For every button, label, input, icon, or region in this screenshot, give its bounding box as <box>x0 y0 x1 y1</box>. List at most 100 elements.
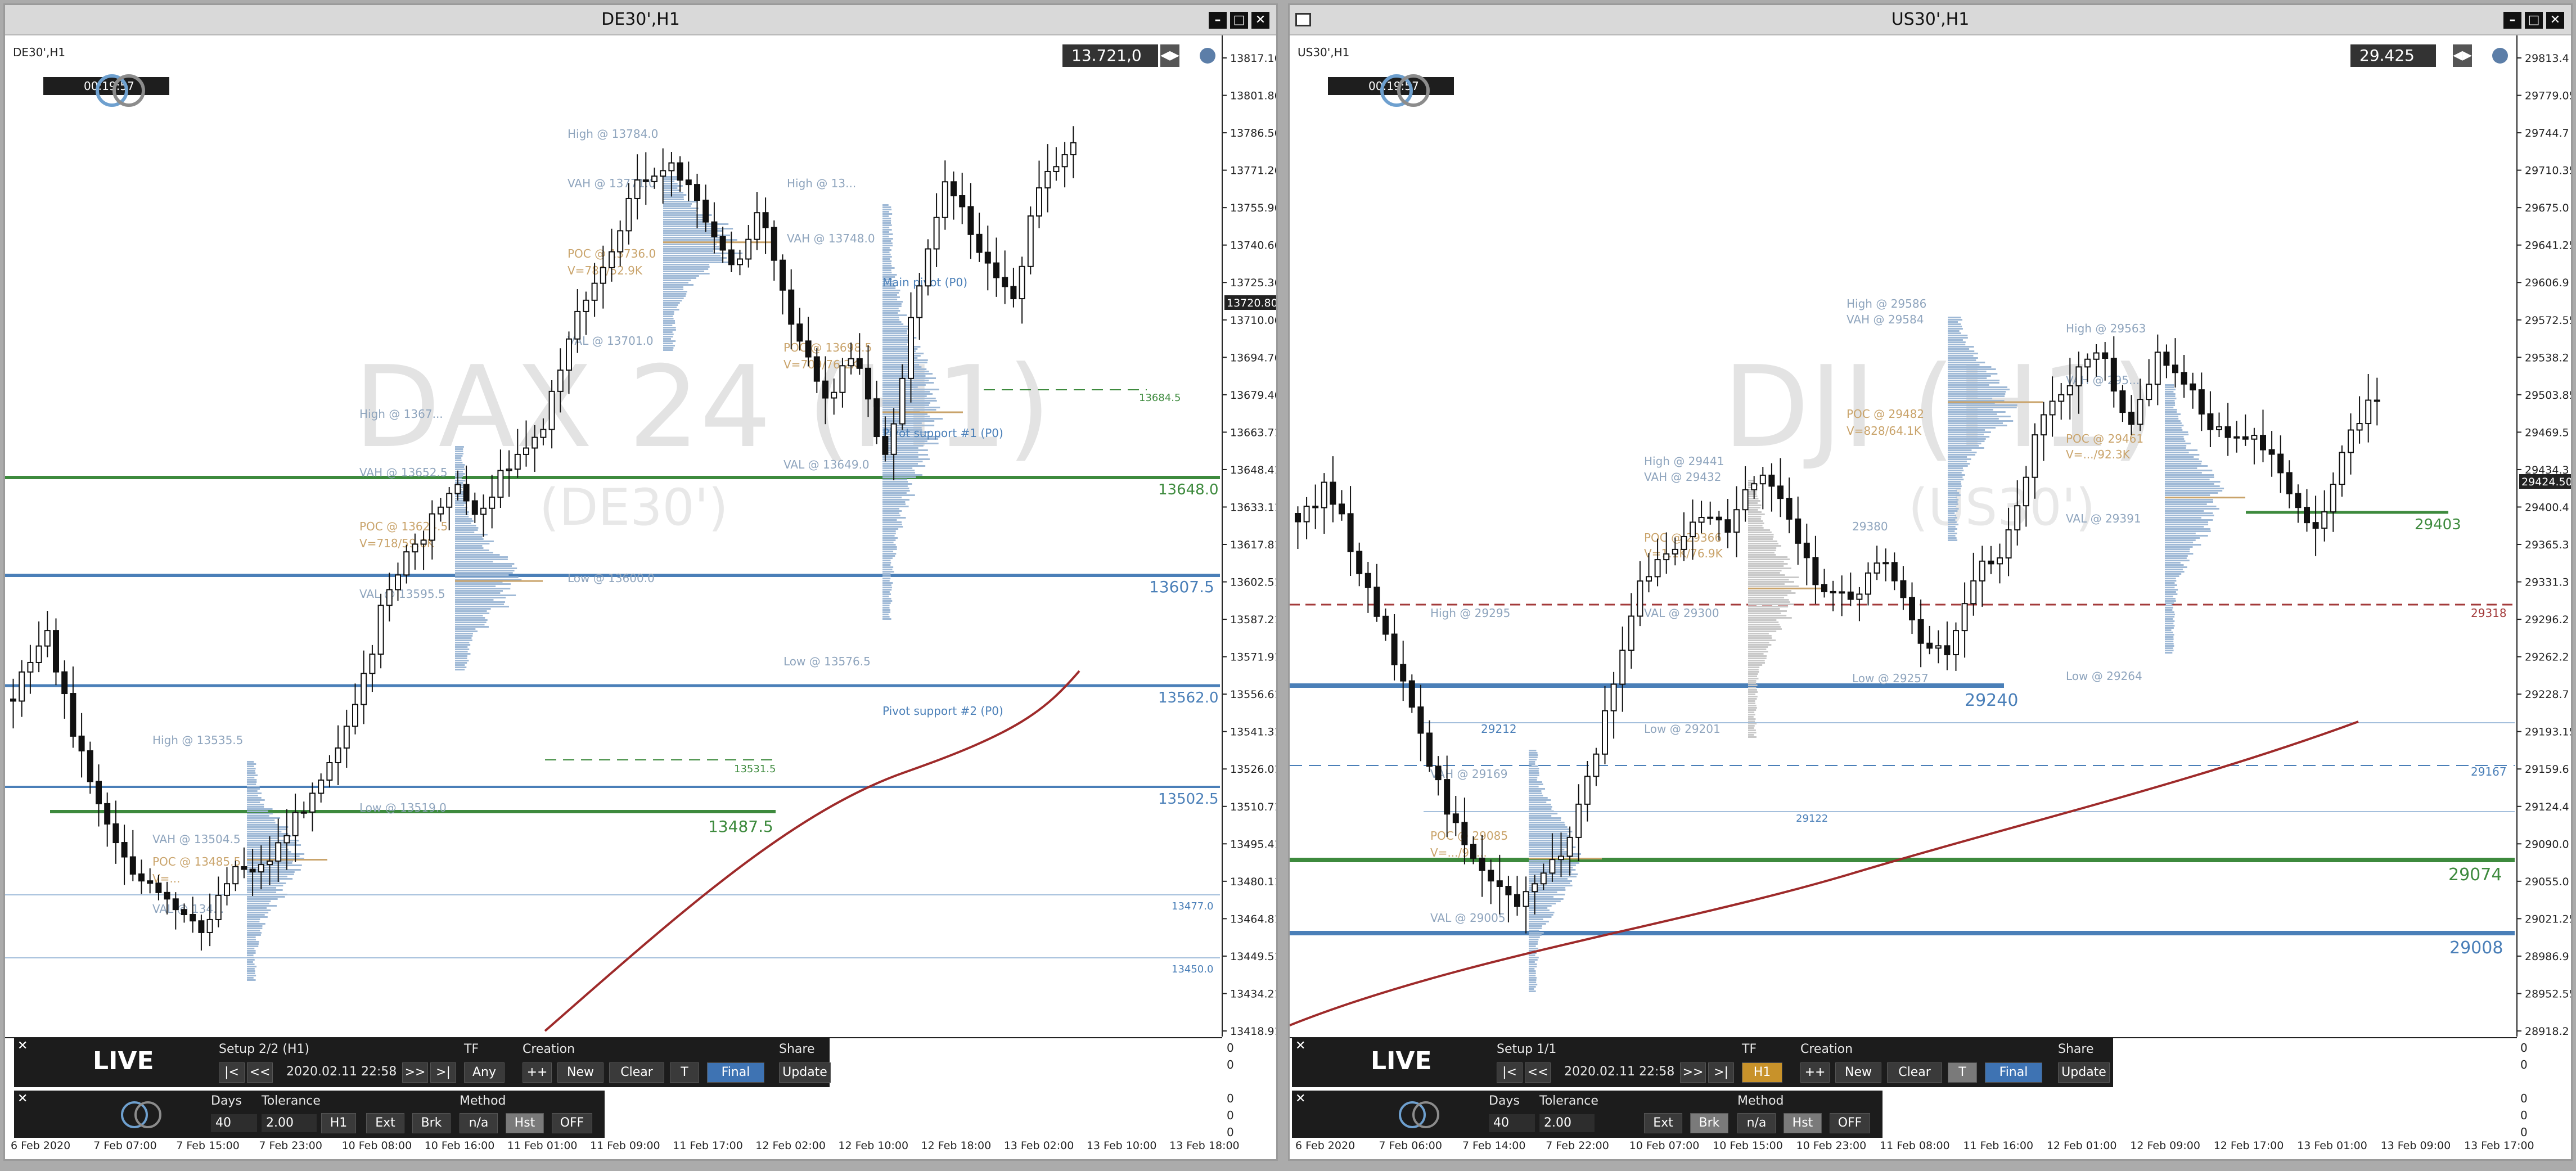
volume-bar <box>1948 357 1978 359</box>
brk-button[interactable]: Brk <box>1690 1113 1728 1133</box>
hst-button[interactable]: Hst <box>506 1113 544 1133</box>
volume-bar <box>455 516 469 517</box>
new-button[interactable]: New <box>557 1062 604 1083</box>
h1-button[interactable]: H1 <box>321 1113 356 1133</box>
first-button[interactable]: |< <box>1497 1062 1523 1083</box>
profile-label: High @ 1367... <box>359 407 443 421</box>
candle-body <box>642 179 649 182</box>
update-button[interactable]: Update <box>2058 1062 2110 1083</box>
candle-body <box>377 605 384 655</box>
close-icon[interactable]: ✕ <box>17 1039 28 1053</box>
candle-body <box>1988 560 1994 565</box>
volume-bar <box>455 457 462 459</box>
candle-body <box>275 842 282 862</box>
y-tick-label: 13480.11 <box>1230 876 1276 888</box>
close-button[interactable]: ✕ <box>2546 12 2564 29</box>
volume-bar <box>1529 842 1572 844</box>
volume-bar <box>247 905 277 907</box>
final-button[interactable]: Final <box>707 1062 764 1083</box>
maximize-button[interactable]: □ <box>2525 12 2543 29</box>
t-button[interactable]: T <box>670 1062 699 1083</box>
next-button[interactable]: >> <box>1680 1062 1706 1083</box>
volume-bar <box>1748 550 1776 551</box>
chart-window-dax[interactable]: DE30',H1 – □ ✕ DAX 24 (H1) (DE30') 13817.1… <box>3 3 1278 1161</box>
candle-body <box>420 539 427 545</box>
next-button[interactable]: >> <box>402 1062 428 1083</box>
ext-button[interactable]: Ext <box>366 1113 404 1133</box>
days-input[interactable]: 40 <box>211 1114 257 1132</box>
level-label: 13477.0 <box>1172 900 1213 912</box>
close-icon[interactable]: ✕ <box>1295 1092 1305 1106</box>
prev-button[interactable]: << <box>247 1062 273 1083</box>
volume-bar <box>247 923 265 925</box>
close-icon[interactable]: ✕ <box>17 1092 28 1106</box>
price-chart[interactable]: DAX 24 (H1)(DE30')13817.1613801.8613786.… <box>5 35 1276 1160</box>
volume-bar <box>1529 873 1578 875</box>
prev-button[interactable]: << <box>1525 1062 1551 1083</box>
off-button[interactable]: OFF <box>552 1113 592 1133</box>
price-display[interactable]: 29.425 <box>2350 44 2436 67</box>
candle-body <box>2216 426 2222 430</box>
close-icon[interactable]: ✕ <box>1295 1039 1305 1053</box>
volume-bar <box>882 305 902 307</box>
close-button[interactable]: ✕ <box>1251 12 1269 29</box>
tf-select[interactable]: Any <box>464 1062 505 1083</box>
volume-bar <box>882 299 898 300</box>
volume-bar <box>663 199 684 200</box>
price-chart[interactable]: DJI (H1)(US30')29813.429779.0529744.7297… <box>1290 35 2571 1160</box>
last-button[interactable]: >| <box>430 1062 456 1083</box>
clear-button[interactable]: Clear <box>1887 1062 1942 1083</box>
volume-bar <box>1748 736 1757 738</box>
volume-bar <box>455 624 485 625</box>
volume-bar <box>1948 420 2014 422</box>
price-stepper[interactable]: ◀▶ <box>1160 44 1179 67</box>
minimize-button[interactable]: – <box>1209 12 1227 29</box>
maximize-button[interactable]: □ <box>1230 12 1248 29</box>
new-button[interactable]: New <box>1835 1062 1881 1083</box>
update-button[interactable]: Update <box>779 1062 831 1083</box>
volume-bar <box>2165 402 2175 404</box>
hst-button[interactable]: Hst <box>1784 1113 1822 1133</box>
volume-bar <box>2165 411 2177 413</box>
price-display[interactable]: 13.721,0 <box>1062 44 1158 67</box>
volume-bar <box>455 655 467 657</box>
volume-bar <box>247 772 256 774</box>
volume-bar <box>663 338 672 340</box>
na-button[interactable]: n/a <box>460 1113 498 1133</box>
add-button[interactable]: ++ <box>523 1062 552 1083</box>
volume-bar <box>1948 476 1963 478</box>
tolerance-input[interactable]: 2.00 <box>262 1114 317 1132</box>
volume-bar <box>882 330 908 332</box>
final-button[interactable]: Final <box>1985 1062 2042 1083</box>
volume-bar <box>1748 543 1778 544</box>
window-titlebar[interactable]: DE30',H1 – □ ✕ <box>5 5 1276 35</box>
days-input[interactable]: 40 <box>1489 1114 1535 1132</box>
last-button[interactable]: >| <box>1708 1062 1734 1083</box>
t-button[interactable]: T <box>1948 1062 1977 1083</box>
volume-bar <box>1948 438 1986 440</box>
volume-bar <box>2165 569 2183 570</box>
y-tick-label: 29469.5 <box>2525 426 2569 439</box>
candle-body <box>2198 389 2205 415</box>
tolerance-input[interactable]: 2.00 <box>1539 1114 1595 1132</box>
price-stepper[interactable]: ◀▶ <box>2453 44 2472 67</box>
volume-bar <box>1529 781 1542 783</box>
na-button[interactable]: n/a <box>1737 1113 1776 1133</box>
minimize-button[interactable]: – <box>2503 12 2521 29</box>
ext-button[interactable]: Ext <box>1644 1113 1682 1133</box>
window-titlebar[interactable]: US30',H1 – □ ✕ <box>1290 5 2571 35</box>
tf-select[interactable]: H1 <box>1742 1062 1782 1083</box>
candle-body <box>224 883 230 896</box>
off-button[interactable]: OFF <box>1830 1113 1870 1133</box>
first-button[interactable]: |< <box>219 1062 245 1083</box>
chart-window-dji[interactable]: US30',H1 – □ ✕ DJI (H1) (US30') 29813.4 297… <box>1288 3 2573 1161</box>
volume-bar <box>2165 494 2210 496</box>
volume-bar <box>1748 680 1757 682</box>
volume-bar <box>455 473 465 475</box>
clear-button[interactable]: Clear <box>609 1062 664 1083</box>
volume-bar <box>247 927 263 929</box>
candle-body <box>1883 562 1889 565</box>
y-tick-label: 29228.7 <box>2525 688 2569 701</box>
add-button[interactable]: ++ <box>1800 1062 1830 1083</box>
brk-button[interactable]: Brk <box>412 1113 451 1133</box>
